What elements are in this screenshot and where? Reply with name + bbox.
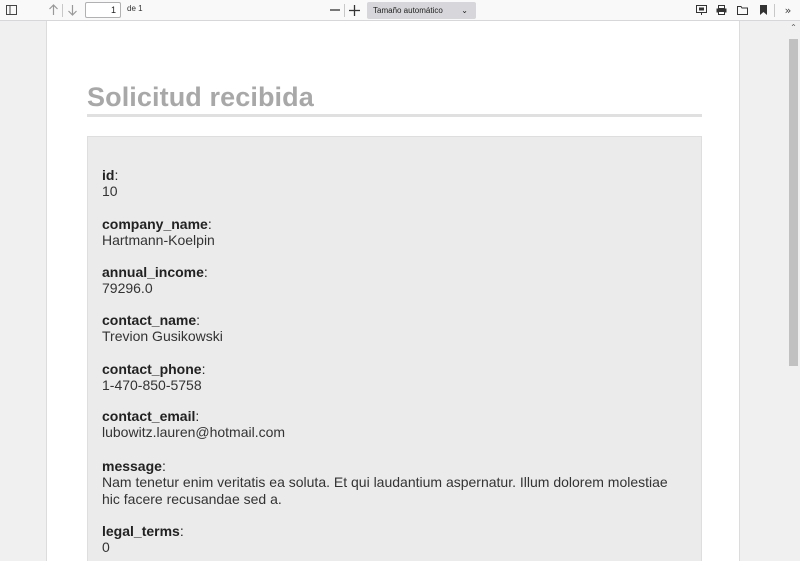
field-value: 0 bbox=[102, 539, 110, 555]
field-legal-terms: legal_terms: 0 bbox=[102, 523, 687, 556]
field-label: contact_name bbox=[102, 312, 197, 328]
folder-open-icon[interactable] bbox=[735, 0, 749, 20]
scrollbar-thumb[interactable] bbox=[789, 39, 798, 366]
field-contact-email: contact_email: lubowitz.lauren@hotmail.c… bbox=[102, 408, 687, 441]
field-value: lubowitz.lauren@hotmail.com bbox=[102, 424, 286, 440]
field-value: 1-470-850-5758 bbox=[102, 377, 202, 393]
field-contact-name: contact_name: Trevion Gusikowski bbox=[102, 312, 687, 345]
pdf-toolbar: 1 de 1 Tamaño automático ⌄ » bbox=[0, 0, 800, 21]
field-label: company_name bbox=[102, 216, 208, 232]
field-label: legal_terms bbox=[102, 523, 180, 539]
field-label: annual_income bbox=[102, 264, 204, 280]
field-value: 10 bbox=[102, 183, 118, 199]
toolbar-separator bbox=[62, 4, 63, 17]
field-label: contact_email bbox=[102, 408, 196, 424]
double-chevron-right-icon[interactable]: » bbox=[780, 0, 796, 20]
page-number-input[interactable]: 1 bbox=[85, 2, 121, 18]
scroll-up-arrow-icon[interactable]: ⌃ bbox=[787, 21, 800, 34]
field-annual-income: annual_income: 79296.0 bbox=[102, 264, 687, 297]
page-title: Solicitud recibida bbox=[87, 82, 314, 112]
field-value: 79296.0 bbox=[102, 280, 153, 296]
vertical-scrollbar[interactable]: ⌃ bbox=[787, 21, 800, 561]
print-icon[interactable] bbox=[714, 0, 728, 20]
field-value: Nam tenetur enim veritatis ea soluta. Et… bbox=[102, 474, 668, 507]
plus-icon[interactable] bbox=[347, 0, 361, 20]
chevron-down-icon: ⌄ bbox=[461, 6, 468, 15]
field-label: message bbox=[102, 458, 162, 474]
field-value: Hartmann-Koelpin bbox=[102, 232, 215, 248]
pdf-page: Solicitud recibida id: 10 company_name: … bbox=[46, 21, 740, 561]
presentation-icon[interactable] bbox=[694, 0, 708, 20]
fields-panel: id: 10 company_name: Hartmann-Koelpin an… bbox=[87, 136, 702, 561]
arrow-up-icon[interactable] bbox=[45, 0, 61, 20]
toolbar-separator bbox=[344, 4, 345, 17]
field-message: message: Nam tenetur enim veritatis ea s… bbox=[102, 458, 687, 508]
field-id: id: 10 bbox=[102, 167, 687, 200]
sidebar-toggle-icon[interactable] bbox=[3, 0, 19, 20]
field-label: contact_phone bbox=[102, 361, 202, 377]
title-divider bbox=[87, 114, 702, 117]
bookmark-icon[interactable] bbox=[757, 0, 769, 20]
zoom-select[interactable]: Tamaño automático ⌄ bbox=[367, 2, 476, 19]
zoom-label: Tamaño automático bbox=[373, 6, 443, 15]
field-value: Trevion Gusikowski bbox=[102, 328, 223, 344]
field-label: id bbox=[102, 167, 115, 183]
toolbar-separator bbox=[774, 4, 775, 17]
field-contact-phone: contact_phone: 1-470-850-5758 bbox=[102, 361, 687, 394]
arrow-down-icon[interactable] bbox=[64, 0, 80, 20]
page-count-label: de 1 bbox=[127, 4, 143, 13]
minus-icon[interactable] bbox=[328, 0, 342, 20]
field-company-name: company_name: Hartmann-Koelpin bbox=[102, 216, 687, 249]
